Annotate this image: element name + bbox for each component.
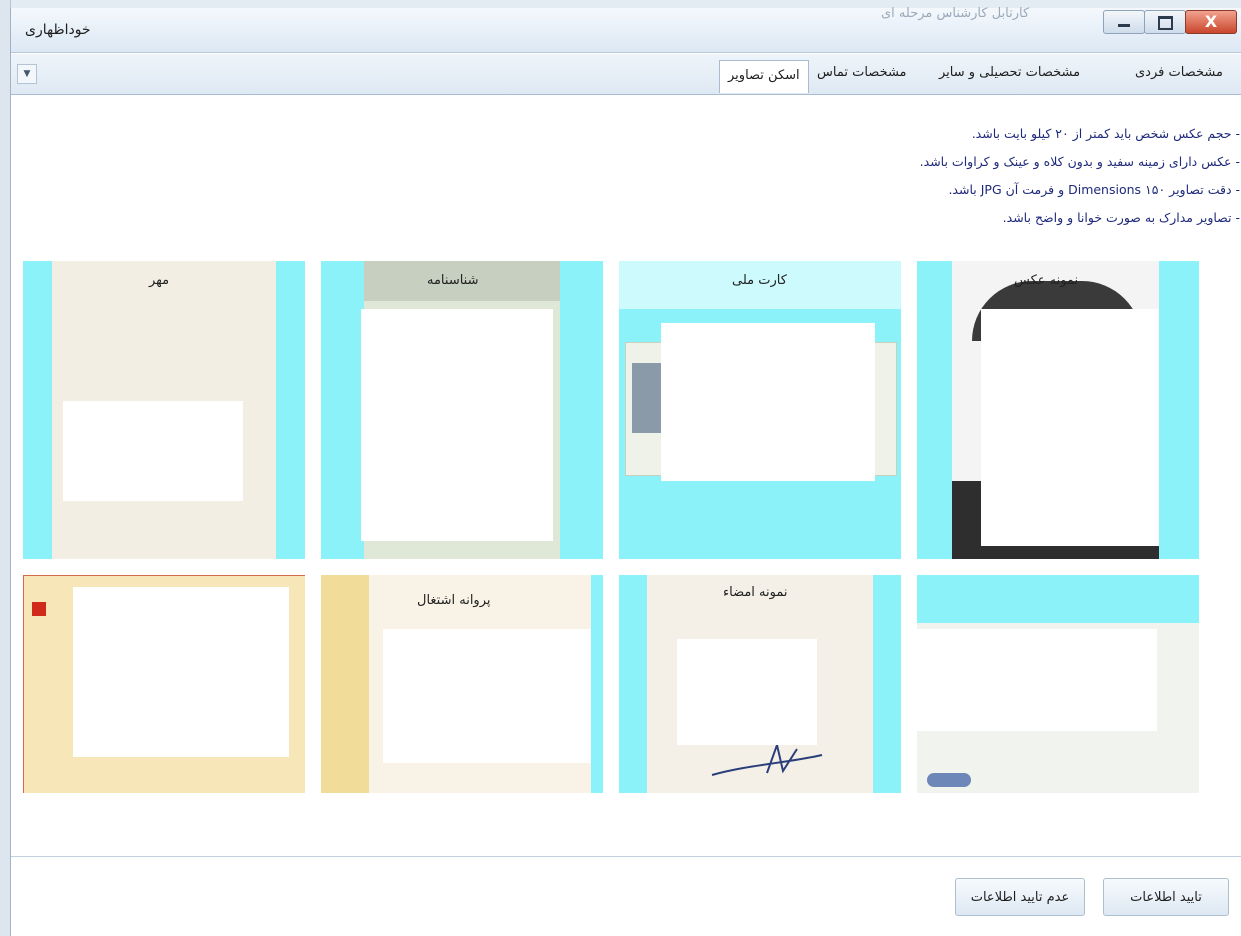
tab-scan-images[interactable]: اسکن تصاویر (719, 60, 809, 93)
redaction-box (981, 309, 1159, 546)
redaction-box (63, 401, 243, 501)
image-tile-work-permit[interactable]: پروانه اشتغال (321, 575, 603, 793)
image-tile-birth-certificate[interactable]: شناسنامه (321, 261, 603, 559)
image-tile-national-card[interactable]: کارت ملی (619, 261, 901, 559)
tab-education-info[interactable]: مشخصات تحصیلی و سایر (939, 65, 1080, 80)
close-button[interactable]: X (1185, 10, 1237, 34)
tab-strip: ▼ مشخصات فردی مشخصات تحصیلی و سایر مشخصا… (11, 54, 1241, 95)
tile-label: نمونه امضاء (723, 585, 788, 600)
tab-list-dropdown[interactable]: ▼ (17, 64, 37, 84)
footer-separator (11, 856, 1241, 857)
instruction-line: - تصاویر مدارک به صورت خوانا و واضح باشد… (1002, 210, 1240, 225)
minimize-button[interactable] (1103, 10, 1145, 34)
tile-label: نمونه عکس (1014, 273, 1079, 288)
tile-label: شناسنامه (427, 273, 479, 288)
self-declaration-window: خوداظهاری کارتابل کارشناس مرحله ای X ▼ م… (10, 6, 1241, 936)
chevron-down-icon: ▼ (23, 69, 31, 79)
permit-side-band (321, 575, 369, 793)
tile-label: مهر (149, 273, 170, 288)
tile-label: کارت ملی (732, 273, 787, 288)
redaction-box (677, 639, 817, 745)
card-emblem (927, 773, 971, 787)
close-icon: X (1204, 12, 1218, 31)
instruction-line: - عکس دارای زمینه سفید و بدون کلاه و عین… (919, 154, 1240, 169)
window-title: خوداظهاری (25, 22, 91, 38)
redaction-box (361, 309, 553, 541)
instruction-line: - دقت تصاویر ۱۵۰ Dimensions و فرمت آن JP… (948, 182, 1240, 197)
image-tile-stamp[interactable]: مهر (23, 261, 305, 559)
reject-info-button[interactable]: عدم تایید اطلاعات (955, 878, 1085, 916)
tab-personal-info[interactable]: مشخصات فردی (1135, 65, 1223, 80)
redaction-box (917, 629, 1157, 731)
image-tile-form[interactable] (23, 575, 305, 793)
image-tile-signature[interactable]: نمونه امضاء (619, 575, 901, 793)
maximize-icon (1158, 16, 1173, 30)
redaction-box (661, 323, 875, 481)
image-tile-photo[interactable]: نمونه عکس (917, 261, 1199, 559)
minimize-icon (1118, 24, 1130, 27)
upload-instructions: - حجم عکس شخص باید کمتر از ۲۰ کیلو بایت … (11, 120, 1241, 245)
maximize-button[interactable] (1144, 10, 1186, 34)
tab-contact-info[interactable]: مشخصات تماس (817, 65, 907, 80)
instruction-line: - حجم عکس شخص باید کمتر از ۲۰ کیلو بایت … (971, 126, 1240, 141)
redaction-box (73, 587, 289, 757)
redaction-box (383, 629, 591, 763)
image-tile-card[interactable] (917, 575, 1199, 793)
title-bar[interactable]: خوداظهاری کارتابل کارشناس مرحله ای X (11, 6, 1241, 53)
background-window-title: کارتابل کارشناس مرحله ای (881, 6, 1030, 21)
confirm-info-button[interactable]: تایید اطلاعات (1103, 878, 1229, 916)
form-red-mark (32, 602, 46, 616)
tile-label: پروانه اشتغال (417, 593, 491, 608)
